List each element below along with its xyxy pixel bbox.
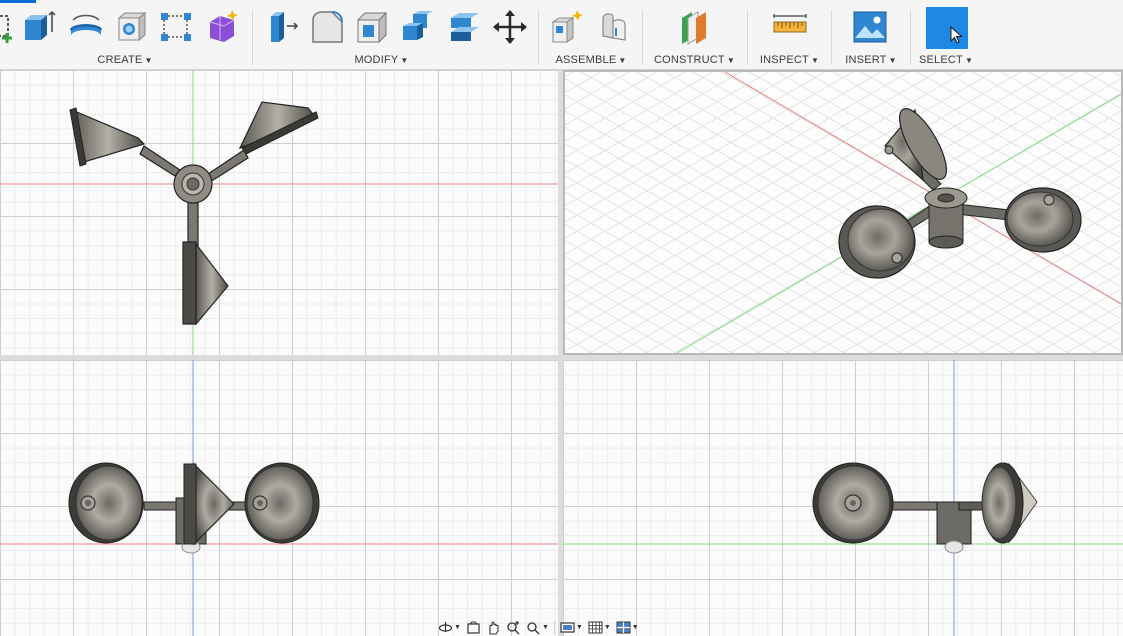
cup-side: [981, 462, 1038, 544]
construct-group: CONSTRUCT ▼: [643, 0, 746, 70]
cup-front: [812, 462, 894, 544]
viewports-icon: [616, 620, 631, 635]
construct-menu[interactable]: CONSTRUCT ▼: [643, 54, 746, 66]
shell-icon[interactable]: [353, 8, 391, 46]
pan-button[interactable]: [486, 620, 501, 635]
right-view[interactable]: [563, 360, 1123, 636]
front-view[interactable]: [0, 360, 558, 636]
offset-plane-icon[interactable]: [676, 8, 714, 46]
select-menu[interactable]: SELECT ▼: [911, 54, 981, 66]
orbit-button[interactable]: ▼: [438, 620, 461, 635]
viewport-divider-vertical[interactable]: [558, 70, 563, 636]
cup-right: [244, 462, 320, 544]
cup-left: [68, 462, 144, 544]
insert-image-icon[interactable]: [851, 8, 889, 46]
assemble-group: ASSEMBLE ▼: [540, 0, 642, 70]
modify-group: MODIFY ▼: [253, 0, 538, 70]
press-pull-icon[interactable]: [263, 8, 301, 46]
insert-group: INSERT ▼: [832, 0, 910, 70]
x-axis-line: [724, 72, 1121, 305]
pan-icon: [486, 620, 501, 635]
look-at-button[interactable]: [466, 620, 481, 635]
hub: [924, 187, 968, 249]
fit-icon: [526, 620, 541, 635]
pattern-icon[interactable]: [157, 8, 195, 46]
navigation-bar: ▼ ▼ ▼ ▼ ▼: [432, 619, 690, 636]
assemble-menu[interactable]: ASSEMBLE ▼: [540, 54, 642, 66]
joint-icon[interactable]: [595, 8, 633, 46]
create-menu[interactable]: CREATE ▼: [0, 54, 250, 66]
measure-icon[interactable]: [771, 8, 809, 46]
display-settings-icon: [560, 620, 575, 635]
top-view[interactable]: [0, 70, 558, 355]
cup-upper-left: [69, 107, 146, 167]
separator: [538, 10, 539, 65]
cup-right: [1004, 187, 1082, 253]
insert-menu[interactable]: INSERT ▼: [832, 54, 910, 66]
orbit-icon: [438, 620, 453, 635]
cup-upper: [884, 108, 947, 182]
cup-lower: [182, 241, 229, 326]
isometric-view[interactable]: [563, 70, 1123, 355]
combine-icon[interactable]: [399, 8, 437, 46]
iso-view-canvas: [676, 72, 1121, 353]
new-component-icon[interactable]: [549, 8, 587, 46]
right-view-canvas: [563, 360, 1123, 636]
inspect-group: INSPECT ▼: [748, 0, 831, 70]
front-view-canvas: [0, 360, 558, 636]
modify-menu[interactable]: MODIFY ▼: [225, 54, 538, 66]
hub: [173, 164, 213, 204]
fillet-icon[interactable]: [308, 8, 346, 46]
revolve-icon[interactable]: [67, 8, 105, 46]
fit-button[interactable]: ▼: [526, 620, 549, 635]
extrude-icon[interactable]: [20, 8, 58, 46]
zoom-button[interactable]: [506, 620, 521, 635]
cup-center: [183, 462, 235, 546]
look-at-icon: [466, 620, 481, 635]
grid-settings-icon: [588, 620, 603, 635]
select-cursor-icon[interactable]: [926, 7, 968, 49]
form-icon[interactable]: [204, 8, 242, 46]
zoom-icon: [506, 620, 521, 635]
cup-left: [838, 205, 916, 279]
offset-face-icon[interactable]: [446, 8, 484, 46]
hole-icon[interactable]: [113, 8, 151, 46]
viewports-button[interactable]: ▼: [616, 620, 639, 635]
display-settings-button[interactable]: ▼: [560, 620, 583, 635]
select-group: SELECT ▼: [911, 0, 981, 70]
create-group: CREATE ▼: [0, 0, 250, 70]
inspect-menu[interactable]: INSPECT ▼: [748, 54, 831, 66]
viewport-divider-horizontal[interactable]: [0, 355, 1123, 360]
move-icon[interactable]: [491, 8, 529, 46]
top-view-canvas: [0, 70, 558, 355]
cup-upper-right: [238, 101, 319, 155]
separator: [553, 621, 555, 634]
toolbar: CREATE ▼ MODIFY ▼ ASSEMBLE ▼ CONSTRUCT ▼…: [0, 0, 1123, 70]
grid-settings-button[interactable]: ▼: [588, 620, 611, 635]
